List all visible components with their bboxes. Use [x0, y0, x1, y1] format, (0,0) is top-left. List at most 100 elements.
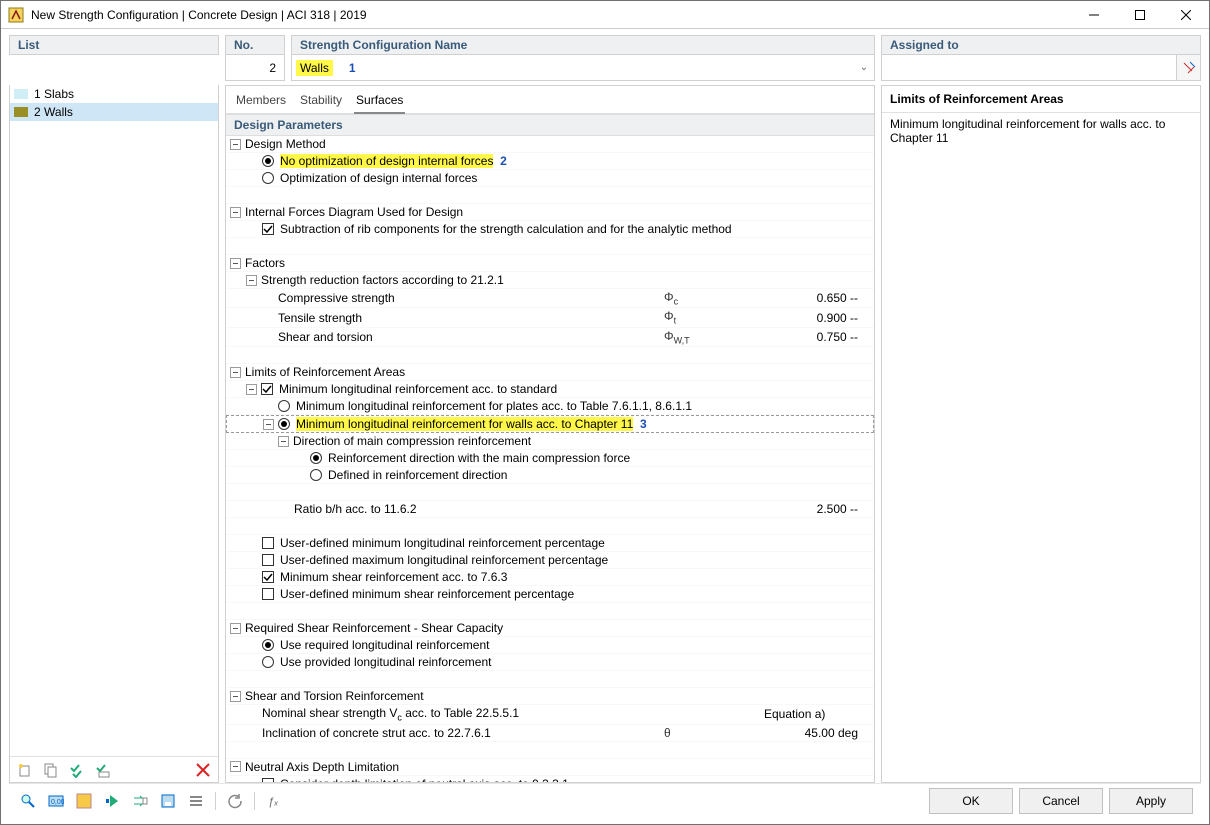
convert-button[interactable]: [129, 790, 151, 812]
group-factors-sub[interactable]: Strength reduction factors according to …: [226, 272, 874, 289]
radio-icon[interactable]: [262, 639, 274, 651]
find-button[interactable]: [17, 790, 39, 812]
checkbox-icon[interactable]: [262, 223, 274, 235]
apply-button[interactable]: Apply: [1109, 788, 1193, 814]
function-button[interactable]: ƒₓ: [263, 790, 285, 812]
expander-icon[interactable]: [230, 258, 241, 269]
checkbox-icon[interactable]: [262, 778, 274, 782]
group-direction[interactable]: Direction of main compression reinforcem…: [226, 433, 874, 450]
go-button[interactable]: [101, 790, 123, 812]
expander-icon[interactable]: [263, 419, 274, 430]
annotation-1: 1: [349, 61, 356, 75]
group-required-shear[interactable]: Required Shear Reinforcement - Shear Cap…: [226, 620, 874, 637]
name-dropdown-icon[interactable]: ⌄: [854, 62, 874, 73]
opt-use-provided[interactable]: Use provided longitudinal reinforcement: [226, 654, 874, 671]
list-swatch: [14, 107, 28, 117]
opt-lim-plates[interactable]: Minimum longitudinal reinforcement for p…: [226, 398, 874, 415]
expander-icon[interactable]: [246, 384, 257, 395]
list-swatch: [14, 89, 28, 99]
group-factors[interactable]: Factors: [226, 255, 874, 272]
cancel-button[interactable]: Cancel: [1019, 788, 1103, 814]
opt-ud-min-long[interactable]: User-defined minimum longitudinal reinfo…: [226, 535, 874, 552]
checkbox-icon[interactable]: [262, 537, 274, 549]
parameters-grid: Design Parameters Design Method No optim…: [226, 114, 874, 782]
group-limits[interactable]: Limits of Reinforcement Areas: [226, 364, 874, 381]
opt-ud-max-long[interactable]: User-defined maximum longitudinal reinfo…: [226, 552, 874, 569]
checkbox-icon[interactable]: [262, 554, 274, 566]
radio-icon[interactable]: [262, 656, 274, 668]
opt-optimization[interactable]: Optimization of design internal forces: [226, 170, 874, 187]
expander-icon[interactable]: [230, 691, 241, 702]
tab-surfaces[interactable]: Surfaces: [354, 90, 405, 114]
name-value: Walls: [296, 60, 333, 76]
expander-icon[interactable]: [230, 139, 241, 150]
close-button[interactable]: [1163, 1, 1209, 29]
opt-no-optimization[interactable]: No optimization of design internal force…: [226, 153, 874, 170]
tabs: Members Stability Surfaces: [226, 86, 874, 114]
opt-subtraction-rib[interactable]: Subtraction of rib components for the st…: [226, 221, 874, 238]
ok-button[interactable]: OK: [929, 788, 1013, 814]
assigned-pick-button[interactable]: [1176, 55, 1200, 80]
row-shear-torsion: Shear and torsionΦW,T0.750 --: [226, 328, 874, 347]
row-ratio: Ratio b/h acc. to 11.6.22.500 --: [226, 501, 874, 518]
row-tensile: Tensile strengthΦt0.900 --: [226, 308, 874, 327]
list-item-walls[interactable]: 2 Walls: [10, 103, 218, 121]
list-button[interactable]: [185, 790, 207, 812]
group-internal-forces[interactable]: Internal Forces Diagram Used for Design: [226, 204, 874, 221]
units-button[interactable]: 0,00: [45, 790, 67, 812]
expander-icon[interactable]: [230, 761, 241, 772]
tab-members[interactable]: Members: [234, 90, 288, 113]
expander-icon[interactable]: [230, 207, 241, 218]
svg-text:0,00: 0,00: [51, 799, 64, 806]
checkbox-icon[interactable]: [262, 571, 274, 583]
check-all-button[interactable]: [66, 759, 88, 781]
copy-button[interactable]: [40, 759, 62, 781]
tab-stability[interactable]: Stability: [298, 90, 344, 113]
no-header: No.: [225, 35, 285, 55]
opt-neutral-depth[interactable]: Consider depth limitation of neutral axi…: [226, 776, 874, 782]
row-nominal-shear: Nominal shear strength Vc acc. to Table …: [226, 705, 874, 724]
expander-icon[interactable]: [246, 275, 257, 286]
separator: [254, 792, 255, 810]
right-panel-title: Limits of Reinforcement Areas: [882, 86, 1200, 113]
opt-lim-walls[interactable]: Minimum longitudinal reinforcement for w…: [226, 415, 874, 433]
new-button[interactable]: [14, 759, 36, 781]
radio-icon[interactable]: [278, 418, 290, 430]
opt-dir-force[interactable]: Reinforcement direction with the main co…: [226, 450, 874, 467]
opt-lim-standard[interactable]: Minimum longitudinal reinforcement acc. …: [226, 381, 874, 398]
radio-icon[interactable]: [310, 452, 322, 464]
checkbox-icon[interactable]: [262, 588, 274, 600]
row-inclination: Inclination of concrete strut acc. to 22…: [226, 725, 874, 742]
uncheck-all-button[interactable]: [92, 759, 114, 781]
name-input[interactable]: Walls 1 ⌄: [291, 55, 875, 81]
opt-dir-defined[interactable]: Defined in reinforcement direction: [226, 467, 874, 484]
opt-min-shear[interactable]: Minimum shear reinforcement acc. to 7.6.…: [226, 569, 874, 586]
delete-button[interactable]: [192, 759, 214, 781]
list-item-label: 1 Slabs: [34, 87, 74, 101]
color-button[interactable]: [73, 790, 95, 812]
checkbox-icon[interactable]: [261, 383, 273, 395]
row-compressive: Compressive strengthΦc0.650 --: [226, 289, 874, 308]
app-icon: [7, 6, 25, 24]
radio-icon[interactable]: [262, 172, 274, 184]
opt-ud-min-shear[interactable]: User-defined minimum shear reinforcement…: [226, 586, 874, 603]
maximize-button[interactable]: [1117, 1, 1163, 29]
right-panel-text: Minimum longitudinal reinforcement for w…: [882, 113, 1200, 782]
expander-icon[interactable]: [230, 623, 241, 634]
annotation-3: 3: [640, 417, 647, 431]
group-neutral-axis[interactable]: Neutral Axis Depth Limitation: [226, 759, 874, 776]
reset-button[interactable]: [224, 790, 246, 812]
group-design-method[interactable]: Design Method: [226, 136, 874, 153]
group-shear-torsion-reinf[interactable]: Shear and Torsion Reinforcement: [226, 688, 874, 705]
no-value: 2: [225, 55, 285, 81]
section-design-parameters: Design Parameters: [226, 114, 874, 136]
save-button[interactable]: [157, 790, 179, 812]
radio-icon[interactable]: [278, 400, 290, 412]
expander-icon[interactable]: [230, 367, 241, 378]
expander-icon[interactable]: [278, 436, 289, 447]
opt-use-required[interactable]: Use required longitudinal reinforcement: [226, 637, 874, 654]
radio-icon[interactable]: [310, 469, 322, 481]
minimize-button[interactable]: [1071, 1, 1117, 29]
radio-icon[interactable]: [262, 155, 274, 167]
list-item-slabs[interactable]: 1 Slabs: [10, 85, 218, 103]
